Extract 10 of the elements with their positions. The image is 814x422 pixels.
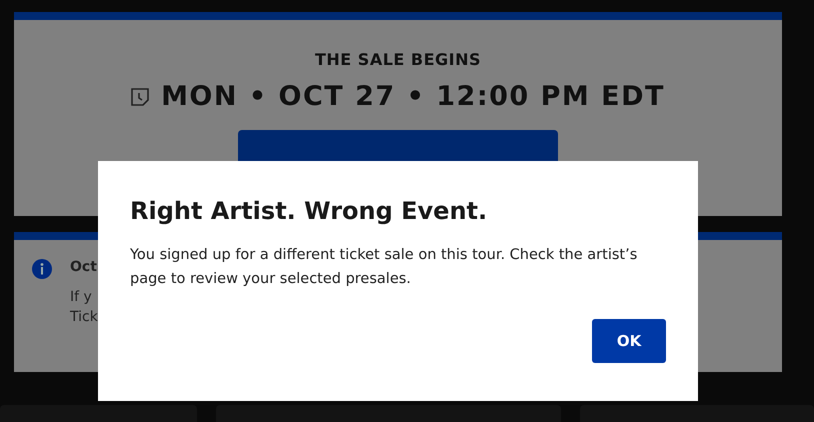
info-icon xyxy=(32,259,52,279)
notice-title: Oct xyxy=(70,259,98,275)
notice-text: Tick xyxy=(70,308,99,327)
ok-button[interactable]: OK xyxy=(592,319,666,363)
notice-text: If y xyxy=(70,288,93,307)
clock-icon xyxy=(131,88,150,106)
sale-datetime: MON • OCT 27 • 12:00 PM EDT xyxy=(161,81,665,112)
dialog-title: Right Artist. Wrong Event. xyxy=(130,197,488,225)
sale-heading: THE SALE BEGINS xyxy=(314,50,482,69)
dialog-message: You signed up for a different ticket sale on this tour. Check the artist’s page to review your selected presales. xyxy=(130,246,638,289)
